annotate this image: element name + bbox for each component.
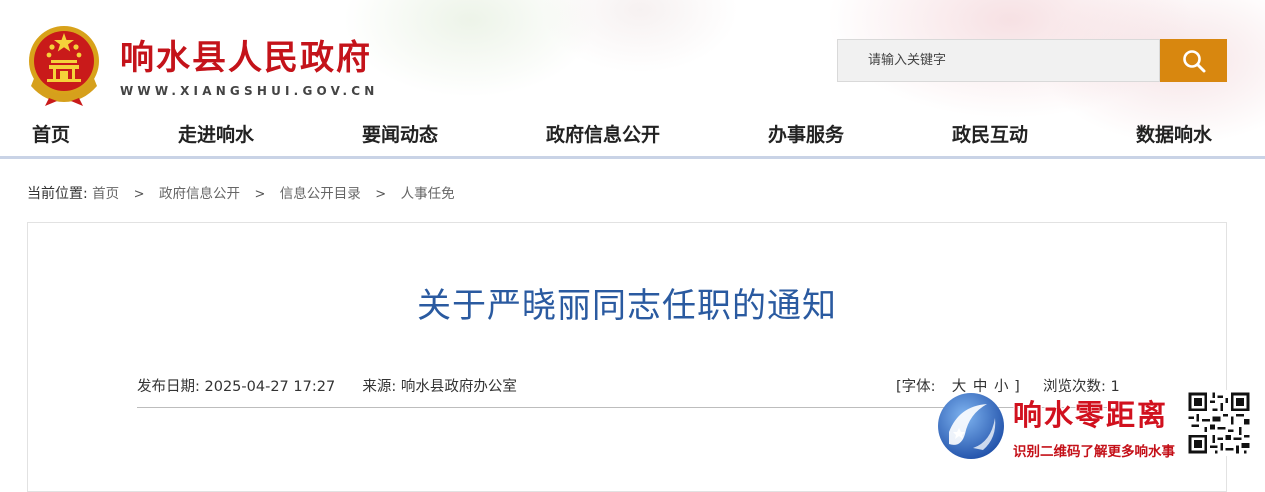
site-title[interactable]: 响水县人民政府 bbox=[120, 30, 372, 79]
publish-date-label: 发布日期: bbox=[137, 379, 200, 395]
breadcrumb-item-personnel[interactable]: 人事任免 bbox=[401, 186, 455, 202]
main-nav: 首页 走进响水 要闻动态 政府信息公开 办事服务 政民互动 数据响水 bbox=[0, 112, 1265, 152]
qr-code-icon bbox=[1186, 390, 1252, 456]
publish-date: 2025-04-27 17:27 bbox=[204, 379, 336, 395]
search-button[interactable] bbox=[1160, 39, 1227, 82]
national-emblem-icon bbox=[29, 26, 99, 106]
search-input[interactable] bbox=[838, 40, 1159, 81]
nav-item-home[interactable]: 首页 bbox=[32, 120, 70, 147]
nav-item-data[interactable]: 数据响水 bbox=[1136, 120, 1212, 147]
nav-item-interaction[interactable]: 政民互动 bbox=[952, 120, 1028, 147]
breadcrumb-separator: > bbox=[133, 187, 145, 202]
search-icon bbox=[1182, 49, 1205, 72]
article-title: 关于严晓丽同志任职的通知 bbox=[417, 286, 837, 326]
nav-item-services[interactable]: 办事服务 bbox=[768, 120, 844, 147]
breadcrumb-item-gov-info[interactable]: 政府信息公开 bbox=[159, 186, 240, 202]
site-domain: WWW.XIANGSHUI.GOV.CN bbox=[120, 84, 379, 98]
breadcrumb-separator: > bbox=[375, 187, 387, 202]
breadcrumb-item-home[interactable]: 首页 bbox=[92, 186, 119, 202]
nav-divider bbox=[0, 156, 1265, 159]
source-label: 来源: bbox=[362, 379, 397, 395]
nav-item-gov-info[interactable]: 政府信息公开 bbox=[546, 120, 660, 147]
breadcrumb-prefix: 当前位置: bbox=[27, 186, 88, 202]
promo-subtitle: 识别二维码了解更多响水事 bbox=[1013, 444, 1175, 460]
breadcrumb: 当前位置: 首页 > 政府信息公开 > 信息公开目录 > 人事任免 bbox=[27, 182, 455, 203]
breadcrumb-item-catalog[interactable]: 信息公开目录 bbox=[280, 186, 361, 202]
nav-item-about[interactable]: 走进响水 bbox=[178, 120, 254, 147]
search-box bbox=[837, 39, 1160, 82]
promo-title: 响水零距离 bbox=[1013, 398, 1169, 432]
promo-logo-icon bbox=[938, 393, 1004, 459]
font-size-label: [字体: bbox=[896, 379, 936, 395]
source-value: 响水县政府办公室 bbox=[400, 379, 517, 395]
site-header: 响水县人民政府 WWW.XIANGSHUI.GOV.CN 首页 走进响水 要闻动… bbox=[0, 0, 1265, 158]
breadcrumb-separator: > bbox=[254, 187, 266, 202]
promo-banner[interactable]: 响水零距离 识别二维码了解更多响水事 bbox=[935, 388, 1255, 475]
nav-item-news[interactable]: 要闻动态 bbox=[362, 120, 438, 147]
article-meta: 发布日期: 2025-04-27 17:27 来源: 响水县政府办公室 bbox=[137, 375, 517, 396]
